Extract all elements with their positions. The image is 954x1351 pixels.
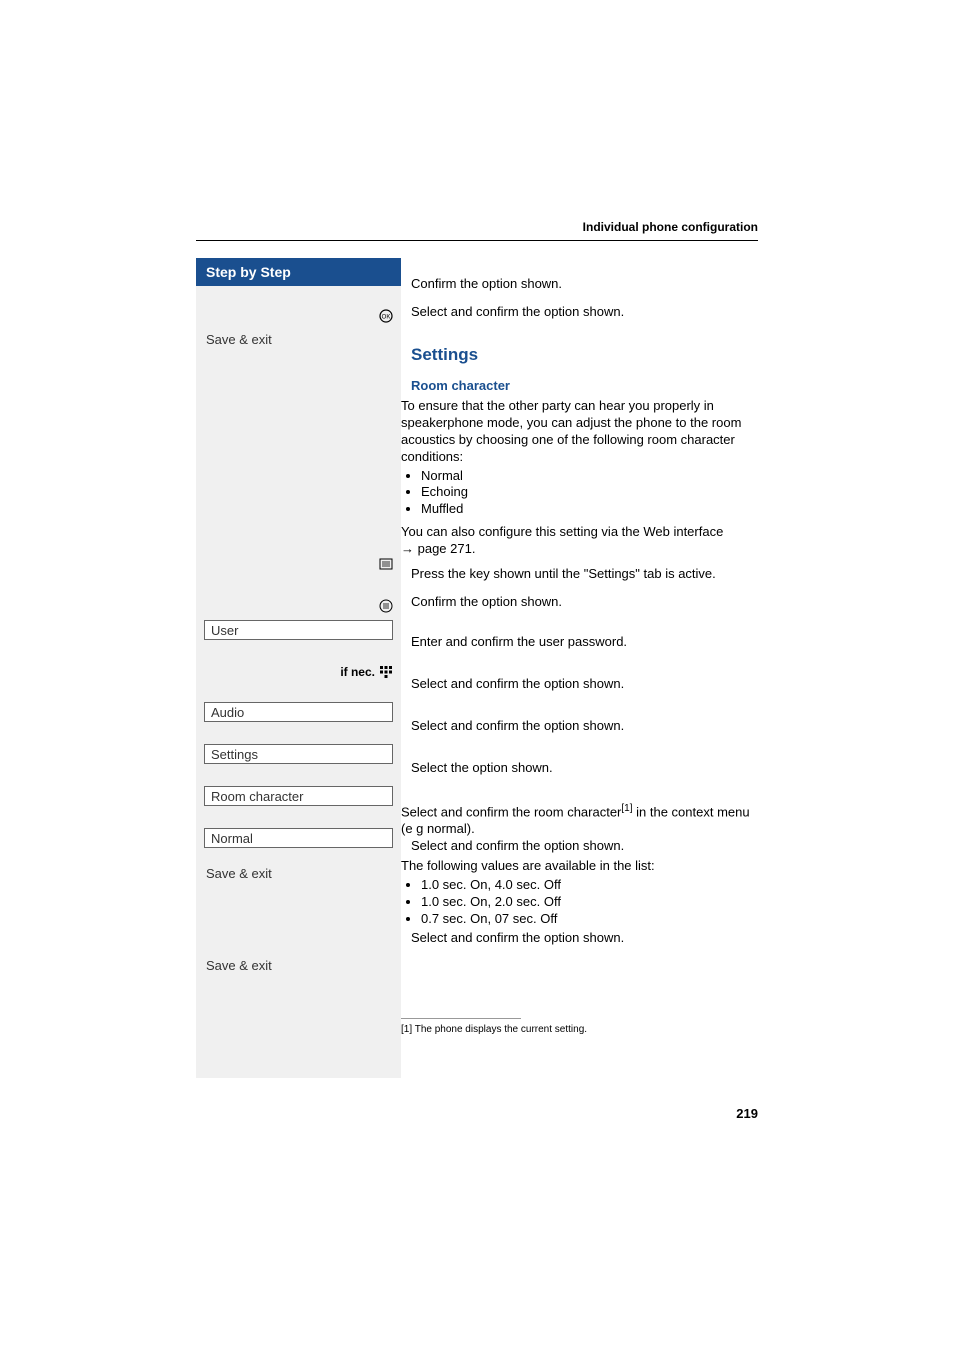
room-option-echoing: Echoing <box>421 484 758 501</box>
ok-icon-row: OK <box>196 304 401 328</box>
text-select-confirm-audio: Select and confirm the option shown. <box>411 676 624 693</box>
step-sidebar: Step by Step OK Save & exit <box>196 258 401 1078</box>
text-confirm-2: Confirm the option shown. <box>411 594 562 611</box>
menu-save-exit-3: Save & exit <box>204 958 393 973</box>
value-3: 0.7 sec. On, 07 sec. Off <box>421 911 758 928</box>
settings-key-row <box>196 594 401 618</box>
menu-normal: Normal <box>204 828 393 848</box>
settings-heading: Settings <box>411 344 478 366</box>
if-nec-label: if nec. <box>340 665 375 679</box>
ok-icon: OK <box>379 309 393 323</box>
footnote-ref: [1] <box>621 803 632 814</box>
room-intro-text: To ensure that the other party can hear … <box>401 398 758 466</box>
menu-room-character: Room character <box>204 786 393 806</box>
menu-audio: Audio <box>204 702 393 722</box>
value-1: 1.0 sec. On, 4.0 sec. Off <box>421 877 758 894</box>
menu-save-exit-2: Save & exit <box>204 866 393 881</box>
room-option-normal: Normal <box>421 468 758 485</box>
text-press-key: Press the key shown until the "Settings"… <box>411 566 716 583</box>
text-select-confirm-save-1: Select and confirm the option shown. <box>411 838 624 855</box>
values-intro: The following values are available in th… <box>401 858 758 875</box>
web-interface-note: You can also configure this setting via … <box>401 524 758 558</box>
web-icon-row <box>196 552 401 576</box>
page-number: 219 <box>736 1106 758 1121</box>
page-header-title: Individual phone configuration <box>196 220 758 240</box>
value-2: 1.0 sec. On, 2.0 sec. Off <box>421 894 758 911</box>
web-icon <box>379 557 393 571</box>
text-select-confirm-settings: Select and confirm the option shown. <box>411 718 624 735</box>
text-select-option: Select the option shown. <box>411 760 553 777</box>
text-confirm-1: Confirm the option shown. <box>411 276 562 293</box>
menu-save-exit-1: Save & exit <box>204 332 393 347</box>
footnote-text: [1] The phone displays the current setti… <box>401 1023 587 1036</box>
text-select-room-character: Select and confirm the room character[1]… <box>401 802 758 838</box>
room-option-muffled: Muffled <box>421 501 758 518</box>
text-select-confirm-save-2: Select and confirm the option shown. <box>411 930 624 947</box>
room-options-list: Normal Echoing Muffled <box>401 468 758 519</box>
menu-user: User <box>204 620 393 640</box>
footnote-rule <box>401 1018 521 1019</box>
svg-text:OK: OK <box>382 315 391 321</box>
header-rule <box>196 240 758 241</box>
text-select-confirm-1: Select and confirm the option shown. <box>411 304 624 321</box>
keypad-icon <box>379 665 393 679</box>
step-by-step-header: Step by Step <box>196 258 401 286</box>
main-content: Confirm the option shown. Select and con… <box>401 258 758 1078</box>
values-list: 1.0 sec. On, 4.0 sec. Off 1.0 sec. On, 2… <box>401 877 758 928</box>
if-nec-row: if nec. <box>196 660 401 684</box>
settings-key-icon <box>379 599 393 613</box>
room-character-heading: Room character <box>411 378 510 395</box>
menu-settings: Settings <box>204 744 393 764</box>
text-enter-password: Enter and confirm the user password. <box>411 634 627 651</box>
